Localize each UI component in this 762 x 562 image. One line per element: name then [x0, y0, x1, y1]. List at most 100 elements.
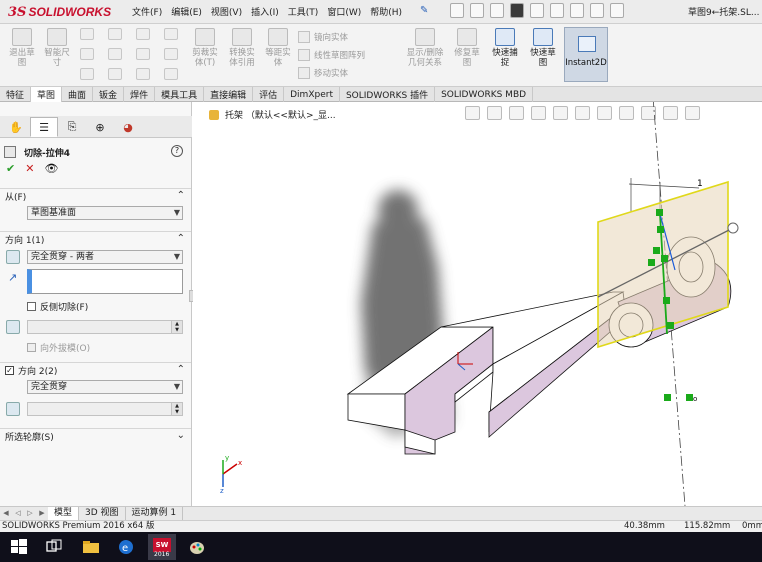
solidworks-taskbar-button[interactable]: SW 2016	[148, 534, 176, 560]
direction2-section-header[interactable]: ✓ 方向 2(2) ⌃	[0, 362, 191, 378]
graphics-area[interactable]: 托架 （默认<<默认>_显... 1 o z x y	[193, 102, 762, 506]
windows-start-icon[interactable]	[10, 538, 28, 556]
repair-sketch-button[interactable]: 修复草 图	[452, 28, 482, 68]
file-explorer-icon[interactable]	[82, 538, 100, 556]
mirror-entities-button[interactable]: 镜向实体	[298, 30, 348, 44]
direction2-draft-input[interactable]: ▲ ▼	[27, 402, 183, 416]
tab-solidworks-addins[interactable]: SOLIDWORKS 插件	[340, 87, 436, 102]
draft-angle-input[interactable]: ▲ ▼	[27, 320, 183, 334]
pin-icon[interactable]: ✎	[420, 5, 428, 16]
tab-solidworks-mbd[interactable]: SOLIDWORKS MBD	[435, 87, 534, 102]
rebuild-icon[interactable]	[570, 3, 584, 18]
draft-icon[interactable]	[6, 320, 20, 334]
menu-edit[interactable]: 编辑(E)	[171, 5, 202, 18]
tab-sketch[interactable]: 草图	[31, 87, 63, 102]
instant2d-button[interactable]: Instant2D	[564, 27, 608, 82]
ellipse-tool-icon[interactable]	[136, 48, 150, 60]
tab-3d-views[interactable]: 3D 视图	[79, 507, 126, 520]
solidworks-logo[interactable]: 3S SOLIDWORKS	[8, 3, 111, 21]
menu-view[interactable]: 视图(V)	[211, 5, 242, 18]
svg-text:y: y	[225, 454, 229, 462]
fillet-tool-icon[interactable]	[136, 68, 150, 80]
from-section-header[interactable]: 从(F) ⌃	[0, 188, 191, 204]
new-document-icon[interactable]	[450, 3, 464, 18]
menu-window[interactable]: 窗口(W)	[327, 5, 361, 18]
spin-down-icon[interactable]: ▼	[171, 327, 182, 333]
move-entities-button[interactable]: 移动实体	[298, 66, 348, 80]
rectangle-tool-icon[interactable]	[80, 48, 94, 60]
spin-down-icon[interactable]: ▼	[171, 409, 182, 415]
tab-motion-study[interactable]: 运动算例 1	[126, 507, 184, 520]
preview-eye-icon[interactable]: 👁	[44, 162, 58, 175]
draft-icon[interactable]	[6, 402, 20, 416]
tab-features[interactable]: 特征	[0, 87, 32, 102]
menu-file[interactable]: 文件(F)	[132, 5, 162, 18]
polygon-tool-icon[interactable]	[108, 68, 122, 80]
plane-tool-icon[interactable]	[164, 68, 178, 80]
configuration-manager-tab[interactable]: ⎘	[58, 117, 86, 137]
dimension-value[interactable]: 1	[697, 179, 703, 189]
tab-mold-tools[interactable]: 模具工具	[155, 87, 205, 102]
last-tab-arrow-icon[interactable]: ▶	[36, 507, 48, 520]
tab-dimxpert[interactable]: DimXpert	[284, 87, 340, 102]
menu-tools[interactable]: 工具(T)	[288, 5, 319, 18]
text-tool-icon[interactable]	[164, 28, 178, 40]
options-gear-icon[interactable]	[610, 3, 624, 18]
cancel-x-icon[interactable]: ✕	[25, 162, 34, 175]
direction2-end-condition-select[interactable]: 完全贯穿 ▼	[27, 380, 183, 394]
selected-contours-section-header[interactable]: 所选轮廓(S) ⌄	[0, 428, 191, 444]
display-relations-button[interactable]: 显示/删除 几何关系	[402, 28, 448, 68]
slot-tool-icon[interactable]	[80, 68, 94, 80]
tab-sheet-metal[interactable]: 钣金	[93, 87, 125, 102]
dimxpert-manager-tab[interactable]: ⊕	[86, 117, 114, 137]
direction1-section-header[interactable]: 方向 1(1) ⌃	[0, 231, 191, 247]
sketch-circle[interactable]	[727, 222, 739, 234]
property-manager-tab[interactable]: ☰	[30, 117, 58, 137]
display-manager-tab[interactable]: ◕	[114, 117, 142, 137]
task-view-icon[interactable]	[45, 538, 63, 556]
line-tool-icon[interactable]	[80, 28, 94, 40]
arc-tool-icon[interactable]	[108, 48, 122, 60]
print-icon[interactable]	[510, 3, 524, 18]
flip-side-label: 反侧切除(F)	[40, 303, 89, 313]
feature-manager-tab[interactable]: ✋	[2, 117, 30, 137]
prev-tab-arrow-icon[interactable]: ◁	[12, 507, 24, 520]
reverse-direction-icon[interactable]	[6, 250, 20, 264]
draft-outward-checkbox[interactable]: 向外拔模(O)	[27, 341, 90, 354]
direction2-checkbox[interactable]: ✓	[5, 366, 14, 375]
convert-entities-button[interactable]: 转换实 体引用	[224, 28, 260, 68]
flip-side-to-cut-checkbox[interactable]: 反侧切除(F)	[27, 300, 88, 313]
menu-insert[interactable]: 插入(I)	[251, 5, 279, 18]
tab-surfaces[interactable]: 曲面	[62, 87, 94, 102]
linear-pattern-button[interactable]: 线性草图阵列	[298, 48, 365, 62]
help-icon[interactable]: ?	[171, 145, 183, 157]
point-tool-icon[interactable]	[164, 48, 178, 60]
tab-direct-editing[interactable]: 直接编辑	[204, 87, 254, 102]
rapid-sketch-button[interactable]: 快速草 图	[526, 28, 560, 68]
from-start-condition-select[interactable]: 草图基准面 ▼	[27, 206, 183, 220]
file-properties-icon[interactable]	[590, 3, 604, 18]
menu-help[interactable]: 帮助(H)	[370, 5, 402, 18]
paint-icon[interactable]	[188, 538, 206, 556]
trim-entities-button[interactable]: 剪裁实 体(T)	[188, 28, 222, 68]
save-icon[interactable]	[490, 3, 504, 18]
direction1-end-condition-select[interactable]: 完全贯穿 - 两者 ▼	[27, 250, 183, 264]
select-icon[interactable]	[550, 3, 564, 18]
exit-sketch-button[interactable]: 退出草 图	[6, 28, 38, 68]
spline-tool-icon[interactable]	[136, 28, 150, 40]
tab-evaluate[interactable]: 评估	[253, 87, 285, 102]
ok-check-icon[interactable]: ✔	[6, 162, 15, 175]
model-canvas[interactable]: 1 o z x y	[193, 102, 762, 506]
direction-selection-box[interactable]	[27, 269, 183, 294]
tab-model[interactable]: 模型	[48, 507, 80, 520]
next-tab-arrow-icon[interactable]: ▷	[24, 507, 36, 520]
offset-entities-button[interactable]: 等距实 体	[262, 28, 294, 68]
edge-browser-icon[interactable]: e	[117, 538, 135, 556]
smart-dimension-button[interactable]: 智能尺 寸	[40, 28, 74, 68]
tab-weldments[interactable]: 焊件	[124, 87, 156, 102]
open-icon[interactable]	[470, 3, 484, 18]
undo-icon[interactable]	[530, 3, 544, 18]
first-tab-arrow-icon[interactable]: ◀	[0, 507, 12, 520]
circle-tool-icon[interactable]	[108, 28, 122, 40]
quick-snaps-button[interactable]: 快速捕 捉	[488, 28, 522, 68]
